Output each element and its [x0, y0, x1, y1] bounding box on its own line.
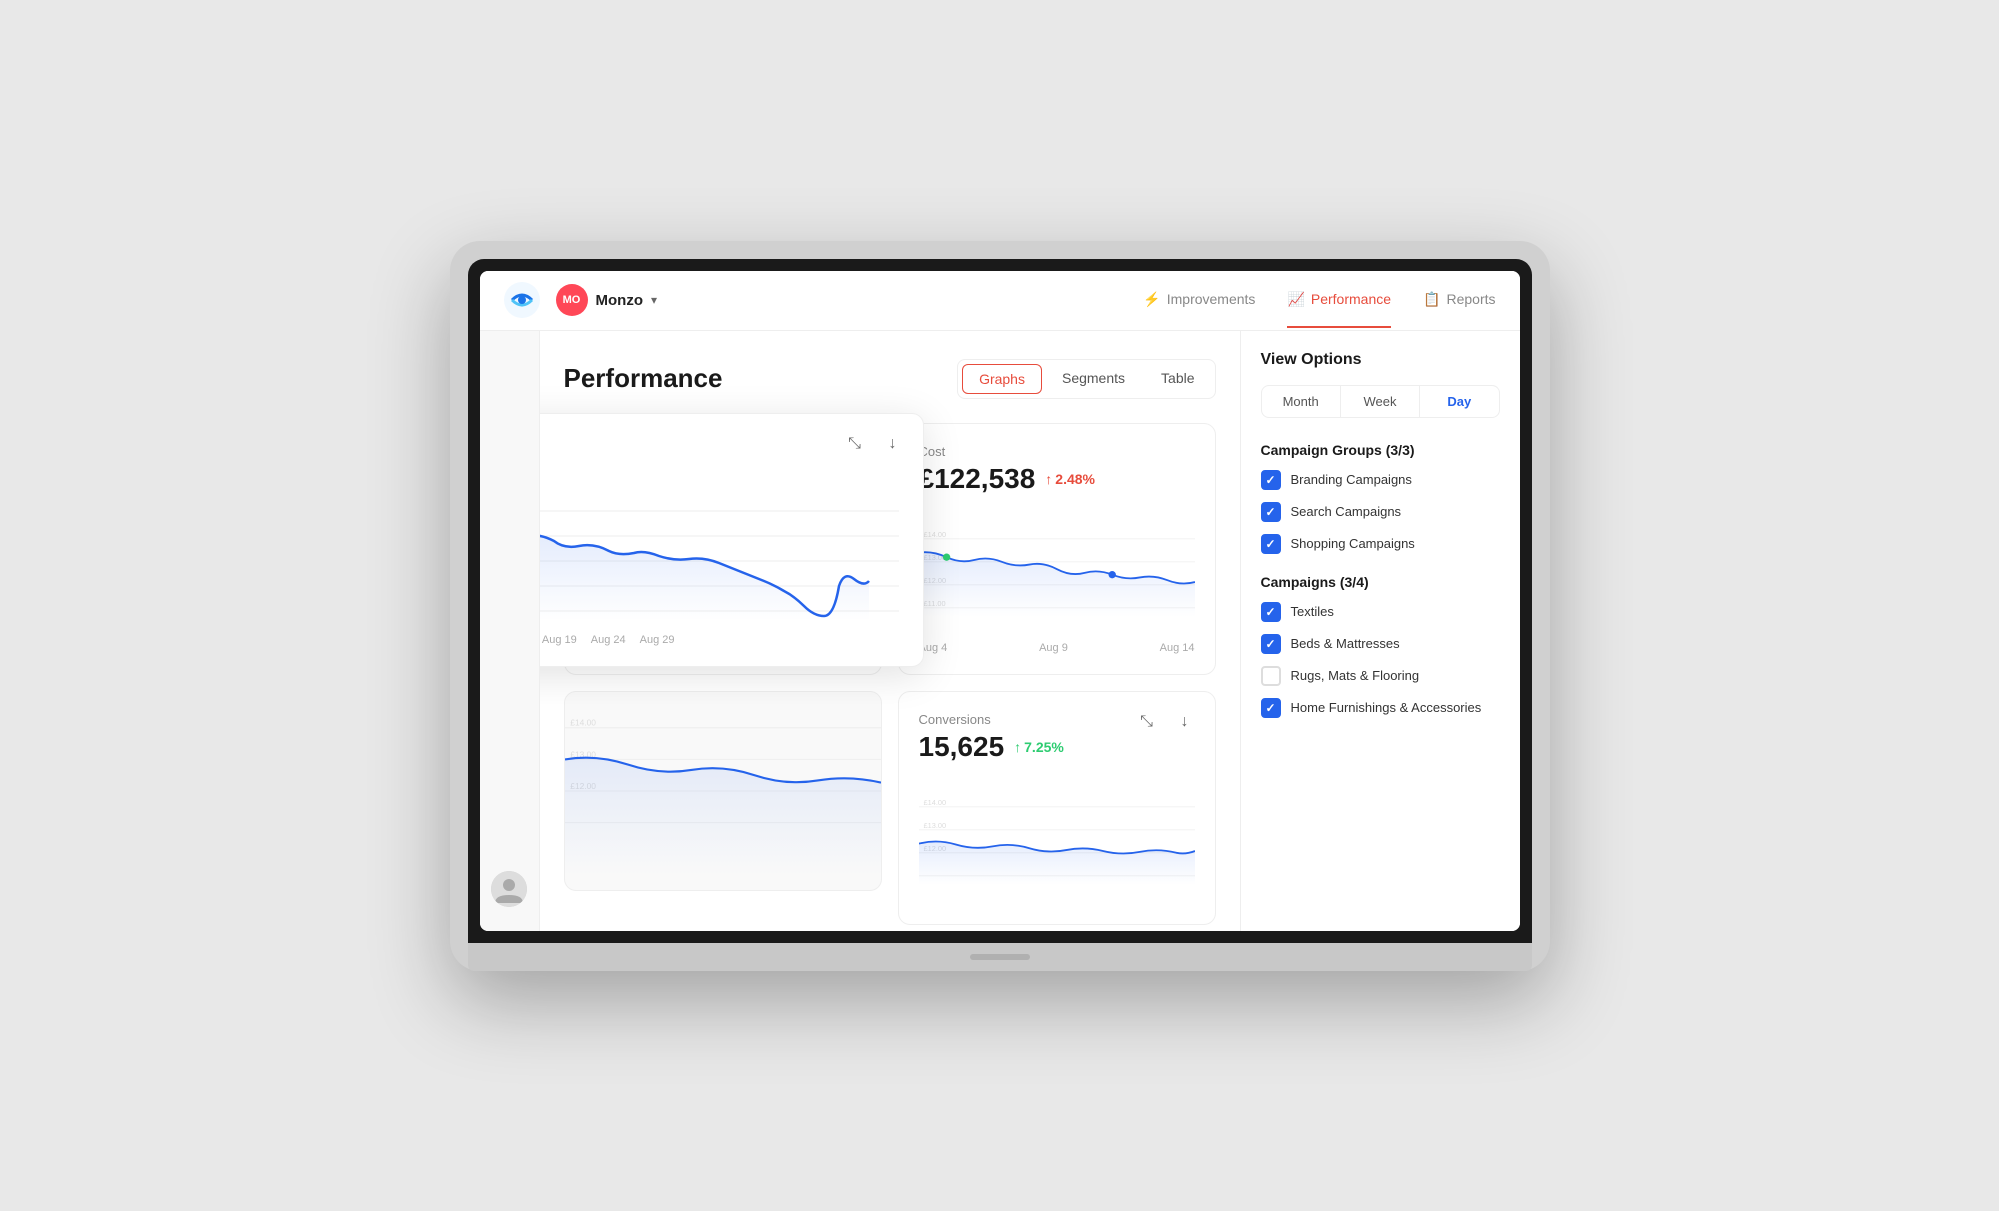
improvements-icon: ⚡: [1143, 291, 1160, 308]
tab-performance[interactable]: 📈 Performance: [1287, 273, 1391, 328]
checkbox-home-label: Home Furnishings & Accessories: [1291, 700, 1482, 715]
main-content: Performance Graphs Segments Table C: [480, 331, 1520, 931]
checkbox-search[interactable]: [1261, 502, 1281, 522]
cost-change: ↑ 2.48%: [1045, 471, 1095, 487]
performance-icon: 📈: [1287, 291, 1304, 308]
chart-placeholder-bottom-left: £14.00 £13.00 £12.00: [564, 691, 882, 891]
svg-text:£14.00: £14.00: [923, 529, 946, 538]
cpc-chart-svg: £14.00 £13.00 £12.00 £11.00 £10.00: [540, 501, 903, 621]
campaign-beds[interactable]: Beds & Mattresses: [1261, 634, 1500, 654]
svg-text:£13.00: £13.00: [923, 820, 946, 829]
cost-label: Cost: [919, 444, 1195, 459]
cpc-legend: Aug 4 Aug 9 Aug 14 Aug 19 Aug 24 Aug 29: [540, 634, 903, 646]
panel-title: View Options: [1261, 351, 1500, 369]
campaign-groups-title: Campaign Groups (3/3): [1261, 442, 1500, 458]
user-avatar: [491, 871, 527, 907]
campaign-home[interactable]: Home Furnishings & Accessories: [1261, 698, 1500, 718]
chart-conversions: Conversions 15,625 ↑ 7.25%: [898, 691, 1216, 925]
brand-name: Monzo: [596, 292, 643, 309]
charts-container: Cost Per Conversion £10.24 ↓ 5.43%: [564, 423, 1216, 925]
laptop-frame: MO Monzo ▾ ⚡ Improvements 📈 Perfo: [450, 241, 1550, 971]
tab-reports[interactable]: 📋 Reports: [1423, 273, 1495, 328]
view-tab-graphs[interactable]: Graphs: [962, 364, 1042, 394]
cost-value-row: £122,538 ↑ 2.48%: [919, 463, 1195, 495]
right-panel: View Options Month Week Day Campaign Gro…: [1240, 331, 1520, 931]
checkbox-shopping-label: Shopping Campaigns: [1291, 536, 1415, 551]
checkbox-shopping[interactable]: [1261, 534, 1281, 554]
checkbox-rugs-label: Rugs, Mats & Flooring: [1291, 668, 1420, 683]
brand-avatar: MO: [556, 284, 588, 316]
tab-improvements-label: Improvements: [1167, 291, 1256, 307]
top-nav: MO Monzo ▾ ⚡ Improvements 📈 Perfo: [480, 271, 1520, 331]
reports-icon: 📋: [1423, 291, 1440, 308]
cpc-actions: ⤡ ↓: [841, 430, 907, 458]
checkbox-branding[interactable]: [1261, 470, 1281, 490]
checkbox-home[interactable]: [1261, 698, 1281, 718]
campaign-group-branding[interactable]: Branding Campaigns: [1261, 470, 1500, 490]
checkbox-rugs[interactable]: [1261, 666, 1281, 686]
svg-text:£14.00: £14.00: [570, 717, 596, 727]
campaigns-list: Textiles Beds & Mattresses Rugs, Mats & …: [1261, 602, 1500, 718]
bottom-left-svg: £14.00 £13.00 £12.00: [565, 692, 881, 890]
conv-up-arrow-icon: ↑: [1014, 739, 1021, 755]
sidebar: [480, 331, 540, 931]
cost-dates: Aug 4 Aug 9 Aug 14: [919, 642, 1195, 654]
cost-up-arrow-icon: ↑: [1045, 471, 1052, 487]
view-tab-table[interactable]: Table: [1145, 364, 1210, 394]
checkbox-beds[interactable]: [1261, 634, 1281, 654]
campaign-group-shopping[interactable]: Shopping Campaigns: [1261, 534, 1500, 554]
cost-chart-svg: £14.00 £13.00 £12.00 £11.00: [919, 511, 1195, 631]
brand-dropdown-icon: ▾: [651, 293, 657, 307]
conversions-change: ↑ 7.25%: [1014, 739, 1064, 755]
checkbox-textiles-label: Textiles: [1291, 604, 1334, 619]
campaign-textiles[interactable]: Textiles: [1261, 602, 1500, 622]
tab-performance-label: Performance: [1311, 291, 1391, 307]
campaign-group-search[interactable]: Search Campaigns: [1261, 502, 1500, 522]
app-container: MO Monzo ▾ ⚡ Improvements 📈 Perfo: [480, 271, 1520, 931]
page-title: Performance: [564, 363, 723, 394]
checkbox-branding-label: Branding Campaigns: [1291, 472, 1412, 487]
svg-text:£14.00: £14.00: [923, 797, 946, 806]
view-tabs: Graphs Segments Table: [957, 359, 1215, 399]
performance-header: Performance Graphs Segments Table: [564, 359, 1216, 399]
download-icon[interactable]: ↓: [879, 430, 907, 458]
nav-tabs: ⚡ Improvements 📈 Performance 📋 Reports: [1143, 273, 1495, 328]
cost-value: £122,538: [919, 463, 1036, 495]
expand-icon[interactable]: ⤡: [841, 430, 869, 458]
chart-cost: Cost £122,538 ↑ 2.48%: [898, 423, 1216, 675]
campaigns-title: Campaigns (3/4): [1261, 574, 1500, 590]
view-tab-segments[interactable]: Segments: [1046, 364, 1141, 394]
chart-cost-per-conversion-expanded: Cost Per Conversion £10.24 ↓ 5.43%: [540, 413, 924, 667]
time-btn-month[interactable]: Month: [1262, 386, 1341, 417]
content-area: Performance Graphs Segments Table C: [540, 331, 1240, 931]
laptop-base: [468, 943, 1532, 971]
checkbox-textiles[interactable]: [1261, 602, 1281, 622]
tab-reports-label: Reports: [1446, 291, 1495, 307]
conversions-chart-svg: £14.00 £13.00 £12.00: [919, 779, 1195, 899]
checkbox-beds-label: Beds & Mattresses: [1291, 636, 1400, 651]
conversions-actions: ⤡ ↓: [1133, 708, 1199, 736]
time-btn-day[interactable]: Day: [1420, 386, 1498, 417]
screen-bezel: MO Monzo ▾ ⚡ Improvements 📈 Perfo: [468, 259, 1532, 943]
campaign-rugs[interactable]: Rugs, Mats & Flooring: [1261, 666, 1500, 686]
tab-improvements[interactable]: ⚡ Improvements: [1143, 273, 1255, 328]
time-options: Month Week Day: [1261, 385, 1500, 418]
screen: MO Monzo ▾ ⚡ Improvements 📈 Perfo: [480, 271, 1520, 931]
conv-download-icon[interactable]: ↓: [1171, 708, 1199, 736]
campaign-groups-list: Branding Campaigns Search Campaigns Shop…: [1261, 470, 1500, 554]
checkbox-search-label: Search Campaigns: [1291, 504, 1402, 519]
app-logo: [504, 282, 540, 318]
brand-section[interactable]: MO Monzo ▾: [556, 284, 658, 316]
time-btn-week[interactable]: Week: [1341, 386, 1420, 417]
laptop-notch: [970, 954, 1030, 960]
conv-expand-icon[interactable]: ⤡: [1133, 708, 1161, 736]
conversions-value: 15,625: [919, 731, 1005, 763]
